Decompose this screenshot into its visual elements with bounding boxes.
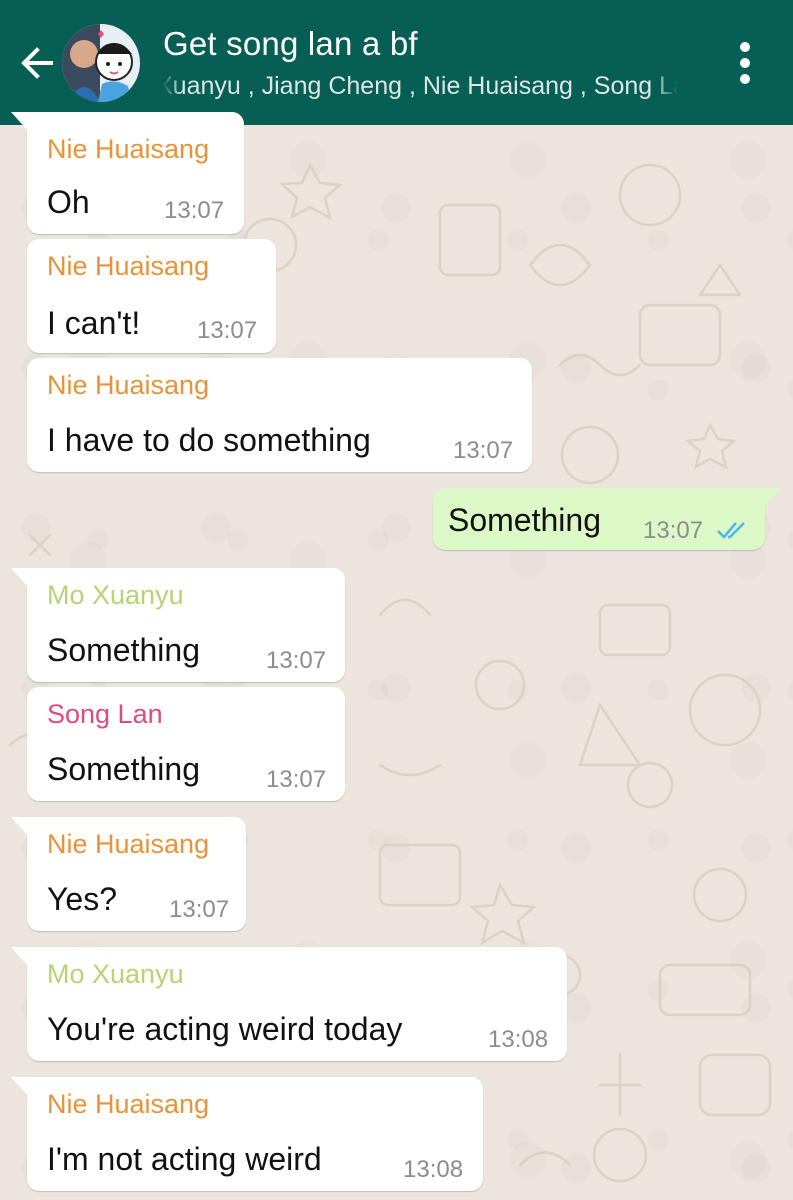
message-text: I'm not acting weird (47, 1141, 322, 1177)
message-sender: Nie Huaisang (47, 134, 210, 164)
chat-info[interactable]: Get song lan a bf Xuanyu , Jiang Cheng ,… (163, 22, 678, 102)
message-bubble[interactable]: Mo Xuanyu You're acting weird today 13:0… (11, 947, 567, 1061)
group-avatar[interactable] (62, 24, 140, 102)
message-bubble[interactable]: Nie Huaisang Oh 13:07 (11, 112, 244, 234)
message-sender: Nie Huaisang (47, 370, 210, 400)
back-button[interactable] (14, 40, 60, 86)
message-sender: Mo Xuanyu (47, 959, 184, 989)
message-text: You're acting weird today (47, 1011, 403, 1047)
message-sender: Nie Huaisang (47, 1089, 210, 1119)
message-time: 13:07 (164, 197, 225, 224)
double-check-read-icon (717, 522, 745, 539)
message-time: 13:07 (453, 437, 514, 464)
chat-header: Get song lan a bf Xuanyu , Jiang Cheng ,… (0, 0, 793, 125)
chat-members-list: Xuanyu , Jiang Cheng , Nie Huaisang , So… (163, 72, 678, 100)
message-text: Yes? (47, 881, 117, 917)
message-text: Something (47, 751, 200, 787)
message-bubble[interactable]: Nie Huaisang I can't! 13:07 (27, 239, 276, 353)
more-options-button[interactable] (720, 38, 770, 88)
message-bubble[interactable]: Nie Huaisang I'm not acting weird 13:08 (11, 1077, 483, 1191)
message-time: 13:07 (197, 317, 258, 344)
message-bubble[interactable]: Nie Huaisang Yes? 13:07 (11, 817, 246, 931)
message-sender: Song Lan (47, 699, 163, 729)
more-vertical-icon (740, 42, 750, 84)
arrow-left-icon (21, 47, 53, 79)
message-bubble[interactable]: Mo Xuanyu Something 13:07 (11, 568, 345, 682)
message-time: 13:07 (266, 647, 327, 674)
message-sender: Mo Xuanyu (47, 580, 184, 610)
message-time: 13:07 (643, 517, 704, 544)
message-text: I can't! (47, 305, 141, 341)
message-time: 13:08 (488, 1026, 549, 1053)
chat-title: Get song lan a bf (163, 25, 418, 62)
message-time: 13:07 (169, 896, 230, 923)
message-text: I have to do something (47, 422, 371, 458)
message-sender: Nie Huaisang (47, 251, 210, 281)
message-time: 13:07 (266, 766, 327, 793)
message-text: Something (47, 632, 200, 668)
message-sender: Nie Huaisang (47, 829, 210, 859)
message-text: Oh (47, 184, 90, 220)
message-time: 13:08 (403, 1156, 464, 1183)
message-bubble-outgoing[interactable]: Something 13:07 (433, 488, 781, 550)
message-bubble[interactable]: Nie Huaisang I have to do something 13:0… (27, 358, 532, 472)
message-text: Something (448, 502, 601, 538)
message-bubble[interactable]: Song Lan Something 13:07 (27, 687, 345, 801)
